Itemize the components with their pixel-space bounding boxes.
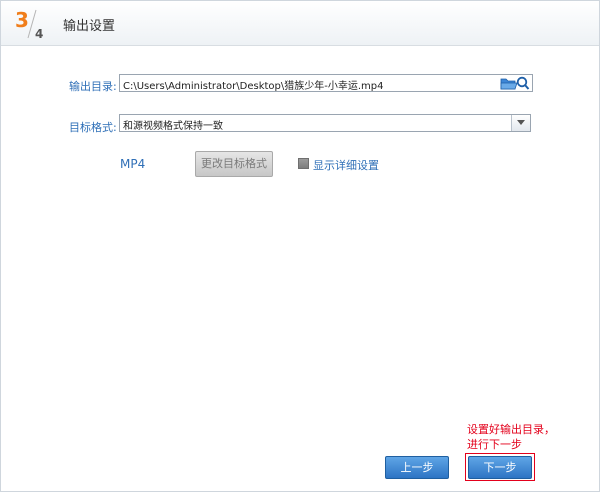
dropdown-arrow-button[interactable] <box>511 115 530 131</box>
show-details-checkbox[interactable] <box>298 158 309 169</box>
output-dir-label: 输出目录: <box>69 80 117 93</box>
target-format-value: 和源视频格式保持一致 <box>123 121 223 132</box>
show-details-label[interactable]: 显示详细设置 <box>313 157 379 173</box>
change-format-button[interactable]: 更改目标格式 <box>195 151 273 177</box>
chevron-down-icon <box>517 120 525 125</box>
instruction-annotation: 设置好输出目录， 进行下一步 <box>467 422 587 452</box>
step-indicator: 3 4 <box>13 5 53 41</box>
target-format-label: 目标格式: <box>69 121 117 134</box>
target-format-select[interactable]: 和源视频格式保持一致 <box>119 114 531 132</box>
current-format-tag: MP4 <box>120 157 146 171</box>
step-current: 3 <box>15 8 29 32</box>
output-dir-input[interactable]: C:\Users\Administrator\Desktop\猎族少年-小幸运.… <box>119 74 533 92</box>
header-bar: 3 4 输出设置 <box>1 1 599 46</box>
folder-search-icon[interactable] <box>500 75 530 91</box>
annotation-line-2: 进行下一步 <box>467 438 522 451</box>
step-total: 4 <box>35 27 43 41</box>
next-step-button[interactable]: 下一步 <box>468 456 532 479</box>
output-dir-value: C:\Users\Administrator\Desktop\猎族少年-小幸运.… <box>123 81 384 92</box>
annotation-line-1: 设置好输出目录， <box>467 423 555 436</box>
page-title: 输出设置 <box>63 19 116 34</box>
output-settings-panel: 3 4 输出设置 输出目录: C:\Users\Administrator\De… <box>0 0 600 492</box>
prev-step-button[interactable]: 上一步 <box>385 456 449 479</box>
